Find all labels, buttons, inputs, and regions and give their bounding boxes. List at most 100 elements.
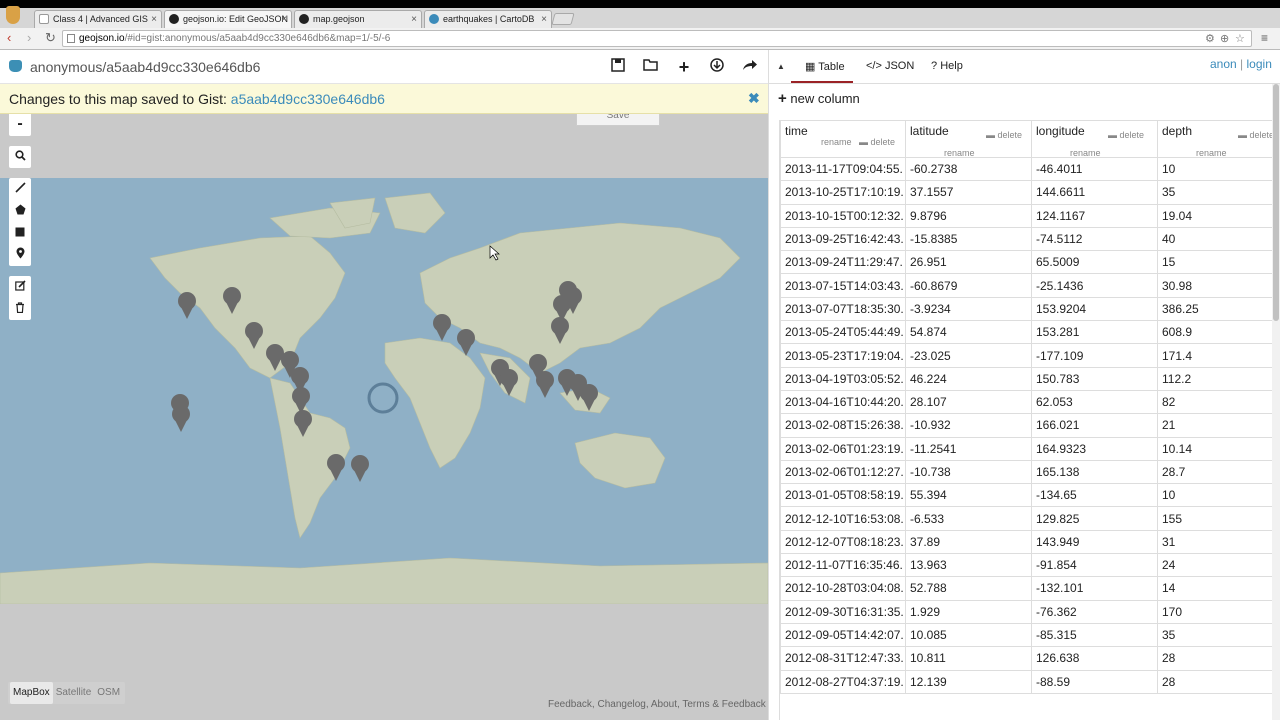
table-cell[interactable]: 143.949 [1031, 529, 1158, 555]
table-cell[interactable]: -3.9234 [905, 296, 1032, 322]
table-cell[interactable]: 13.963 [905, 553, 1032, 578]
url-input[interactable]: geojson.io/#id=gist:anonymous/a5aab4d9cc… [62, 30, 1252, 47]
table-cell[interactable]: 2013-04-16T10:44:20. [780, 389, 906, 415]
table-cell[interactable]: 55.394 [905, 483, 1032, 508]
table-cell[interactable]: 54.874 [905, 320, 1032, 345]
download-icon[interactable] [707, 57, 727, 77]
browser-tab-class4[interactable]: Class 4 | Advanced GIS × [34, 10, 162, 28]
table-cell[interactable]: 1.929 [905, 599, 1032, 624]
table-cell[interactable]: 9.8796 [905, 203, 1032, 228]
table-cell[interactable]: 153.9204 [1031, 296, 1158, 322]
table-cell[interactable]: 2013-09-25T16:42:43. [780, 226, 906, 252]
table-cell[interactable]: -23.025 [905, 343, 1032, 368]
table-cell[interactable]: 126.638 [1031, 646, 1158, 671]
map-footer-links[interactable]: Feedback, Changelog, About, Terms & Feed… [548, 699, 766, 710]
layer-satellite-button[interactable]: Satellite [53, 682, 95, 704]
column-name[interactable]: time [785, 124, 808, 138]
table-cell[interactable]: 2013-05-23T17:19:04. [780, 343, 906, 368]
collapse-panel-icon[interactable]: ▲ [777, 62, 785, 71]
reload-icon[interactable]: ↻ [45, 31, 56, 45]
tab-table[interactable]: ▦ Table [805, 60, 845, 73]
table-cell[interactable]: 2013-02-06T01:23:19. [780, 436, 906, 461]
bookmark-star-icon[interactable]: ☆ [1235, 32, 1245, 47]
table-cell[interactable]: 21 [1157, 413, 1273, 438]
column-name[interactable]: latitude [910, 124, 949, 138]
table-cell[interactable]: 144.6611 [1031, 180, 1158, 205]
back-icon[interactable]: ‹ [7, 31, 11, 45]
table-cell[interactable]: -88.59 [1031, 669, 1158, 694]
new-column-button[interactable]: + new column [778, 90, 860, 107]
table-cell[interactable]: 2013-05-24T05:44:49. [780, 320, 906, 345]
delete-column-button[interactable]: ▬ delete [986, 130, 1022, 140]
rename-column-button[interactable]: rename [1070, 148, 1101, 158]
rename-column-button[interactable]: rename [1196, 148, 1227, 158]
browser-tab-cartodb[interactable]: earthquakes | CartoDB × [424, 10, 552, 28]
delete-column-button[interactable]: ▬ delete [1238, 130, 1273, 140]
table-cell[interactable]: 2013-07-07T18:35:30. [780, 296, 906, 322]
table-cell[interactable]: 52.788 [905, 576, 1032, 601]
share-icon[interactable] [740, 57, 760, 77]
table-cell[interactable]: -91.854 [1031, 553, 1158, 578]
table-cell[interactable]: -11.2541 [905, 436, 1032, 461]
table-cell[interactable]: 37.89 [905, 529, 1032, 555]
table-cell[interactable]: 10 [1157, 156, 1273, 182]
table-scrollbar[interactable] [1272, 84, 1280, 720]
extension-icon[interactable]: ⚙ [1205, 32, 1215, 47]
table-cell[interactable]: 165.138 [1031, 459, 1158, 485]
draw-polygon-icon[interactable] [9, 200, 31, 222]
table-cell[interactable]: -74.5112 [1031, 226, 1158, 252]
draw-line-icon[interactable] [9, 178, 31, 200]
browser-menu-icon[interactable]: ≡ [1261, 31, 1268, 45]
draw-marker-icon[interactable] [9, 244, 31, 266]
world-map[interactable] [0, 178, 768, 604]
table-cell[interactable]: -10.932 [905, 413, 1032, 438]
table-cell[interactable]: 65.5009 [1031, 250, 1158, 275]
delete-column-button[interactable]: ▬ delete [1108, 130, 1144, 140]
map-title[interactable]: anonymous/a5aab4d9cc330e646db6 [30, 59, 260, 75]
draw-rectangle-icon[interactable] [9, 222, 31, 244]
search-icon[interactable] [9, 146, 31, 168]
table-cell[interactable]: -132.101 [1031, 576, 1158, 601]
close-tab-icon[interactable]: × [411, 11, 417, 28]
open-icon[interactable] [641, 57, 661, 77]
column-name[interactable]: depth [1162, 124, 1192, 138]
table-cell[interactable]: 28 [1157, 646, 1273, 671]
table-cell[interactable]: 35 [1157, 622, 1273, 648]
new-icon[interactable]: + [674, 57, 694, 77]
table-cell[interactable]: 28 [1157, 669, 1273, 694]
table-cell[interactable]: 2013-02-06T01:12:27. [780, 459, 906, 485]
table-cell[interactable]: 2012-09-30T16:31:35. [780, 599, 906, 624]
table-cell[interactable]: 12.139 [905, 669, 1032, 694]
table-cell[interactable]: 2012-12-10T16:53:08. [780, 506, 906, 531]
table-cell[interactable]: 164.9323 [1031, 436, 1158, 461]
anon-link[interactable]: anon [1210, 57, 1237, 71]
table-cell[interactable]: -60.8679 [905, 273, 1032, 298]
table-cell[interactable]: -134.65 [1031, 483, 1158, 508]
table-cell[interactable]: 28.7 [1157, 459, 1273, 485]
layer-mapbox-button[interactable]: MapBox [10, 682, 53, 704]
new-tab-button[interactable] [551, 13, 575, 25]
login-link[interactable]: login [1247, 57, 1272, 71]
table-cell[interactable]: 112.2 [1157, 366, 1273, 391]
table-cell[interactable]: 40 [1157, 226, 1273, 252]
table-cell[interactable]: 124.1167 [1031, 203, 1158, 228]
table-cell[interactable]: 26.951 [905, 250, 1032, 275]
table-cell[interactable]: 150.783 [1031, 366, 1158, 391]
edit-layers-icon[interactable] [9, 276, 31, 298]
table-cell[interactable]: -85.315 [1031, 622, 1158, 648]
table-cell[interactable]: 2012-08-31T12:47:33. [780, 646, 906, 671]
table-cell[interactable]: 19.04 [1157, 203, 1273, 228]
table-cell[interactable]: 62.053 [1031, 389, 1158, 415]
table-cell[interactable]: 2013-02-08T15:26:38. [780, 413, 906, 438]
zoom-out-button[interactable]: - [9, 114, 31, 136]
rename-column-button[interactable]: rename [944, 148, 975, 158]
table-cell[interactable]: 37.1557 [905, 180, 1032, 205]
table-cell[interactable]: 2013-10-15T00:12:32. [780, 203, 906, 228]
table-cell[interactable]: 30.98 [1157, 273, 1273, 298]
table-cell[interactable]: 10.14 [1157, 436, 1273, 461]
table-cell[interactable]: 10.811 [905, 646, 1032, 671]
tab-help[interactable]: ? Help [931, 60, 963, 72]
delete-column-button[interactable]: ▬ delete [859, 137, 895, 147]
browser-tab-geojson[interactable]: geojson.io: Edit GeoJSON × [164, 10, 292, 28]
table-cell[interactable]: 10 [1157, 483, 1273, 508]
